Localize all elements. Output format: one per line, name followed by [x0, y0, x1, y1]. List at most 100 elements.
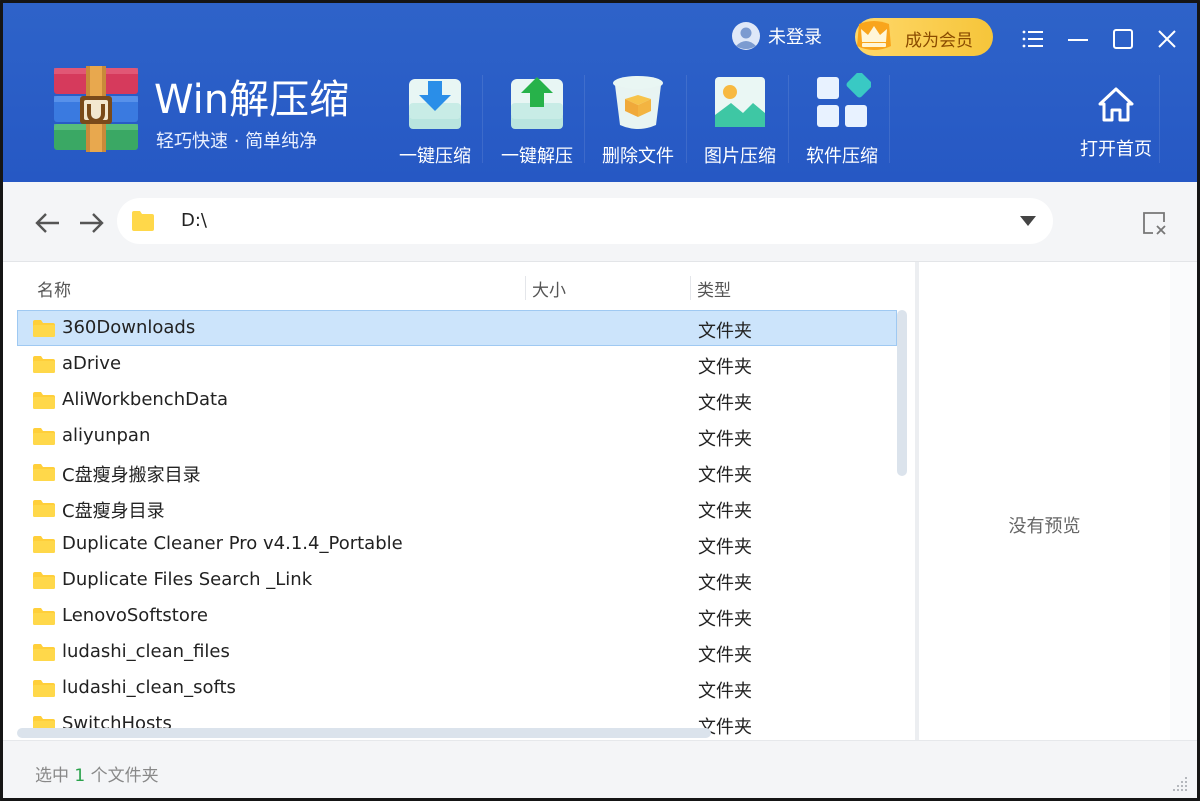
- toolbar-divider: [889, 75, 890, 163]
- vertical-scrollbar[interactable]: [897, 310, 907, 476]
- table-row[interactable]: Duplicate Files Search _Link 文件夹: [17, 562, 897, 598]
- resize-grip-icon[interactable]: [1169, 773, 1189, 793]
- file-name: Duplicate Cleaner Pro v4.1.4_Portable: [62, 533, 403, 554]
- file-type: 文件夹: [698, 357, 752, 378]
- tool-extract-button[interactable]: 一键解压: [494, 71, 580, 171]
- folder-icon: [33, 320, 55, 337]
- maximize-icon[interactable]: [1109, 25, 1137, 53]
- become-member-label: 成为会员: [905, 31, 973, 51]
- open-home-button[interactable]: 打开首页: [1073, 85, 1159, 165]
- folder-icon: [33, 500, 55, 517]
- address-bar: D:\: [3, 182, 1197, 262]
- tool-image-compress-button[interactable]: 图片压缩: [697, 71, 783, 171]
- tool-compress-button[interactable]: 一键压缩: [392, 71, 478, 171]
- file-name: Duplicate Files Search _Link: [62, 569, 313, 590]
- status-suffix: 个文件夹: [90, 766, 159, 786]
- file-type: 文件夹: [698, 681, 752, 702]
- folder-icon: [33, 392, 55, 409]
- address-input[interactable]: D:\: [117, 198, 1053, 244]
- login-label: 未登录: [768, 27, 822, 48]
- file-name: aliyunpan: [62, 425, 151, 446]
- menu-icon[interactable]: [1019, 25, 1047, 53]
- file-name: C盘瘦身目录: [62, 501, 165, 522]
- file-name: LenovoSoftstore: [62, 605, 208, 626]
- table-row[interactable]: AliWorkbenchData 文件夹: [17, 382, 897, 418]
- table-row[interactable]: Duplicate Cleaner Pro v4.1.4_Portable 文件…: [17, 526, 897, 562]
- column-separator[interactable]: [525, 276, 526, 300]
- open-home-label: 打开首页: [1080, 139, 1152, 160]
- folder-icon: [132, 211, 154, 231]
- file-list: 名称 大小 类型 360Downloads 文件夹 aDrive 文件夹 Ali…: [3, 262, 915, 740]
- file-name: ludashi_clean_softs: [62, 677, 236, 698]
- column-header: 名称 大小 类型: [3, 262, 915, 310]
- file-rows: 360Downloads 文件夹 aDrive 文件夹 AliWorkbench…: [17, 310, 897, 740]
- address-path: D:\: [181, 210, 207, 231]
- back-arrow-icon[interactable]: [34, 210, 62, 236]
- status-count: 1: [74, 766, 86, 786]
- preview-pane: 没有预览: [919, 262, 1170, 740]
- tool-software-compress-button[interactable]: 软件压缩: [799, 71, 885, 171]
- extract-icon: [511, 77, 563, 129]
- tool-image-compress-label: 图片压缩: [704, 146, 776, 167]
- delete-icon: [613, 76, 663, 129]
- file-type: 文件夹: [698, 537, 752, 558]
- clear-address-icon[interactable]: [1141, 210, 1167, 236]
- tool-compress-label: 一键压缩: [399, 146, 471, 167]
- file-name: AliWorkbenchData: [62, 389, 229, 410]
- table-row[interactable]: aDrive 文件夹: [17, 346, 897, 382]
- file-name: ludashi_clean_files: [62, 641, 230, 662]
- minimize-icon[interactable]: [1064, 25, 1092, 53]
- folder-icon: [33, 356, 55, 373]
- tool-delete-button[interactable]: 删除文件: [595, 71, 681, 171]
- file-type: 文件夹: [698, 645, 752, 666]
- column-size[interactable]: 大小: [532, 276, 566, 301]
- chevron-down-icon[interactable]: [1019, 213, 1037, 229]
- tool-extract-label: 一键解压: [501, 146, 573, 167]
- app-subtitle: 轻巧快速 · 简单纯净: [156, 131, 318, 152]
- column-separator[interactable]: [690, 276, 691, 300]
- table-row[interactable]: ludashi_clean_softs 文件夹: [17, 670, 897, 706]
- avatar-icon: [732, 22, 760, 50]
- table-row[interactable]: ludashi_clean_files 文件夹: [17, 634, 897, 670]
- close-icon[interactable]: [1153, 25, 1181, 53]
- tool-delete-label: 删除文件: [602, 146, 674, 167]
- compress-icon: [409, 79, 461, 129]
- winrar-logo-icon: [54, 66, 138, 152]
- file-type: 文件夹: [698, 465, 752, 486]
- file-type: 文件夹: [698, 321, 752, 342]
- file-type: 文件夹: [698, 393, 752, 414]
- folder-icon: [33, 536, 55, 553]
- forward-arrow-icon[interactable]: [77, 210, 105, 236]
- table-row[interactable]: 360Downloads 文件夹: [17, 310, 897, 346]
- folder-icon: [33, 572, 55, 589]
- table-row[interactable]: C盘瘦身搬家目录 文件夹: [17, 454, 897, 490]
- software-compress-icon: [817, 73, 871, 127]
- login-button[interactable]: 未登录: [731, 19, 822, 53]
- toolbar-divider: [482, 75, 483, 163]
- crown-icon: [857, 21, 891, 50]
- folder-icon: [33, 428, 55, 445]
- table-row[interactable]: LenovoSoftstore 文件夹: [17, 598, 897, 634]
- table-row[interactable]: C盘瘦身目录 文件夹: [17, 490, 897, 526]
- tool-software-compress-label: 软件压缩: [806, 146, 878, 167]
- table-row[interactable]: aliyunpan 文件夹: [17, 418, 897, 454]
- column-type[interactable]: 类型: [697, 276, 731, 301]
- app-title: Win解压缩: [154, 77, 350, 123]
- folder-icon: [33, 644, 55, 661]
- horizontal-scrollbar[interactable]: [17, 728, 711, 738]
- home-icon: [1098, 87, 1134, 122]
- folder-icon: [33, 608, 55, 625]
- status-bar: 选中 1 个文件夹: [3, 740, 1197, 798]
- folder-icon: [33, 680, 55, 697]
- no-preview-text: 没有预览: [1008, 516, 1081, 537]
- preview-edge: [1170, 262, 1197, 740]
- status-prefix: 选中: [35, 766, 69, 786]
- file-type: 文件夹: [698, 429, 752, 450]
- column-name[interactable]: 名称: [37, 276, 71, 301]
- file-type: 文件夹: [698, 501, 752, 522]
- selection-status: 选中 1 个文件夹: [35, 761, 159, 786]
- become-member-button[interactable]: 成为会员: [855, 18, 993, 56]
- app-window: Win解压缩 轻巧快速 · 简单纯净 一键压缩 一键解压 删除文件 图片压缩 软…: [0, 0, 1200, 801]
- header-bar: Win解压缩 轻巧快速 · 简单纯净 一键压缩 一键解压 删除文件 图片压缩 软…: [3, 3, 1197, 182]
- file-name: C盘瘦身搬家目录: [62, 465, 201, 486]
